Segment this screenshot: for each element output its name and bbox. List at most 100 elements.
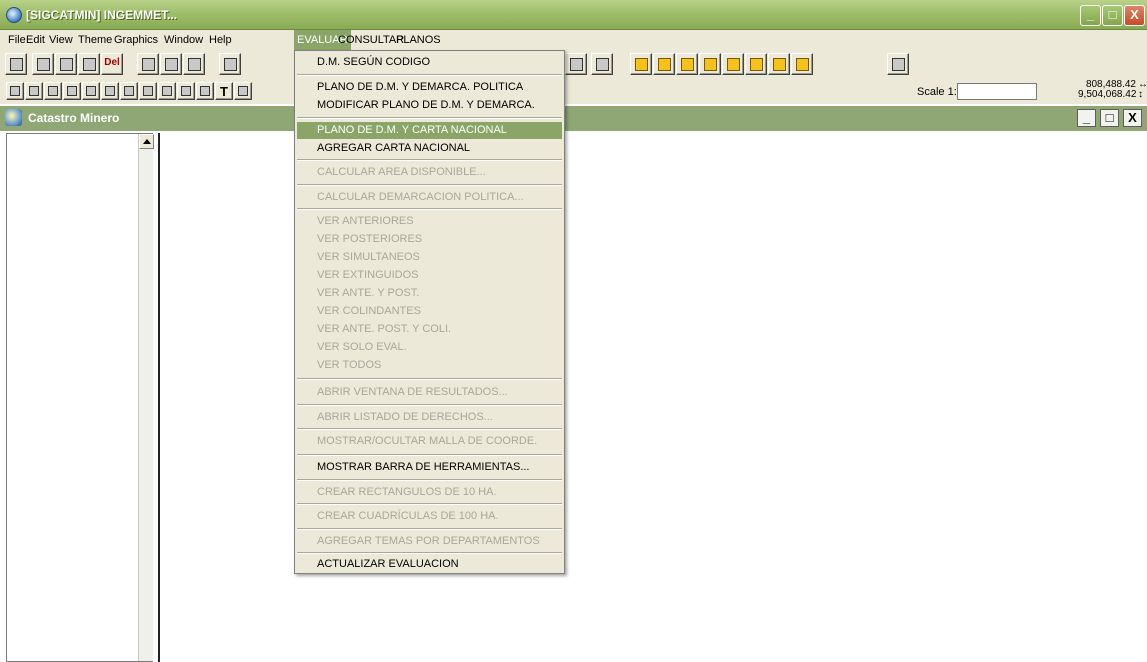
menu-separator bbox=[297, 159, 562, 161]
child-minimize-button[interactable]: _ bbox=[1077, 109, 1096, 127]
menu-theme[interactable]: Theme bbox=[75, 30, 115, 50]
menu-separator bbox=[297, 74, 562, 76]
grid-icon[interactable] bbox=[676, 53, 698, 75]
menu-item-calcular-area[interactable]: CALCULAR AREA DISPONIBLE... bbox=[297, 164, 562, 181]
coordinate-readout: 808,488.42 9,504,068.42 bbox=[1078, 80, 1136, 100]
minimize-button[interactable]: _ bbox=[1080, 5, 1101, 26]
lightning-icon[interactable] bbox=[158, 82, 176, 100]
map-icon[interactable] bbox=[791, 53, 813, 75]
menu-separator bbox=[297, 117, 562, 119]
help-pointer-icon[interactable] bbox=[887, 53, 909, 75]
d-icon[interactable] bbox=[745, 53, 767, 75]
main-toolbar: Del bbox=[0, 50, 1147, 79]
menu-separator bbox=[297, 378, 562, 380]
menu-planos[interactable]: PLANOS bbox=[393, 30, 444, 50]
menu-view[interactable]: View bbox=[46, 30, 76, 50]
child-close-button[interactable]: X bbox=[1123, 109, 1142, 127]
menu-help[interactable]: Help bbox=[206, 30, 235, 50]
find-icon[interactable] bbox=[219, 53, 241, 75]
menu-item-ver-posteriores[interactable]: VER POSTERIORES bbox=[297, 231, 562, 248]
delete-button[interactable]: Del bbox=[101, 53, 123, 75]
zoom-theme-icon[interactable] bbox=[55, 53, 77, 75]
label-icon[interactable] bbox=[196, 82, 214, 100]
menu-item-ver-extinguidos[interactable]: VER EXTINGUIDOS bbox=[297, 267, 562, 284]
menu-item-crear-cuadriculas[interactable]: CREAR CUADRÍCULAS DE 100 HA. bbox=[297, 508, 562, 525]
menu-item-ver-solo-eval[interactable]: VER SOLO EVAL. bbox=[297, 339, 562, 356]
menu-item-ver-anteriores[interactable]: VER ANTERIORES bbox=[297, 213, 562, 230]
menu-bar: File Edit View Theme Graphics Window Hel… bbox=[0, 30, 1147, 50]
menu-item-agregar-temas[interactable]: AGREGAR TEMAS POR DEPARTAMENTOS bbox=[297, 533, 562, 550]
layout-icon[interactable] bbox=[565, 53, 587, 75]
menu-separator bbox=[297, 528, 562, 530]
maximize-button[interactable]: □ bbox=[1102, 5, 1123, 26]
menu-graphics[interactable]: Graphics bbox=[111, 30, 161, 50]
theme-list-panel[interactable] bbox=[6, 133, 154, 662]
app-globe-icon bbox=[6, 7, 22, 23]
menu-item-mostrar-barra[interactable]: MOSTRAR BARRA DE HERRAMIENTAS... bbox=[297, 459, 562, 476]
menu-item-plano-carta-nacional[interactable]: PLANO DE D.M. Y CARTA NACIONAL bbox=[297, 122, 562, 139]
menu-item-ver-ante-post[interactable]: VER ANTE. Y POST. bbox=[297, 285, 562, 302]
menu-separator bbox=[297, 454, 562, 456]
vertical-scrollbar[interactable] bbox=[138, 134, 154, 661]
zoom-out-icon[interactable] bbox=[101, 82, 119, 100]
coordinate-arrows-icon: ↔ ↕ bbox=[1138, 79, 1147, 100]
identify-icon[interactable] bbox=[6, 82, 24, 100]
pan-icon[interactable] bbox=[120, 82, 138, 100]
menu-item-ver-colindantes[interactable]: VER COLINDANTES bbox=[297, 303, 562, 320]
menu-item-agregar-carta-nacional[interactable]: AGREGAR CARTA NACIONAL bbox=[297, 140, 562, 157]
select-graphic-icon[interactable] bbox=[139, 82, 157, 100]
menu-separator bbox=[297, 404, 562, 406]
pointer-icon[interactable] bbox=[25, 82, 43, 100]
save-icon[interactable] bbox=[5, 53, 27, 75]
refresh-icon[interactable] bbox=[78, 53, 100, 75]
menu-separator bbox=[297, 503, 562, 505]
table-icon[interactable] bbox=[183, 53, 205, 75]
delete-label: Del bbox=[104, 57, 120, 68]
menu-item-ver-ante-post-coli[interactable]: VER ANTE. POST. Y COLI. bbox=[297, 321, 562, 338]
point-icon[interactable] bbox=[234, 82, 252, 100]
text-tool-label: T bbox=[220, 84, 228, 99]
child-restore-button[interactable]: □ bbox=[1100, 109, 1119, 127]
menu-window[interactable]: Window bbox=[161, 30, 206, 50]
scale-input[interactable] bbox=[957, 83, 1037, 100]
child-window-title: Catastro Minero bbox=[28, 111, 120, 125]
menu-item-plano-demarca-politica[interactable]: PLANO DE D.M. Y DEMARCA. POLITICA bbox=[297, 79, 562, 96]
open-folder-icon[interactable] bbox=[630, 53, 652, 75]
menu-item-ver-simultaneos[interactable]: VER SIMULTANEOS bbox=[297, 249, 562, 266]
menu-item-dm-segun-codigo[interactable]: D.M. SEGÚN CODIGO bbox=[297, 54, 562, 71]
text-tool-button[interactable]: T bbox=[215, 82, 233, 100]
menu-item-mostrar-malla[interactable]: MOSTRAR/OCULTAR MALLA DE COORDE. bbox=[297, 433, 562, 450]
coordinate-y: 9,504,068.42 bbox=[1078, 89, 1137, 100]
child-window-icon bbox=[5, 109, 22, 126]
frame-icon[interactable] bbox=[653, 53, 675, 75]
pencil-icon[interactable] bbox=[591, 53, 613, 75]
hotlink-icon[interactable] bbox=[63, 82, 81, 100]
menu-separator bbox=[297, 184, 562, 186]
zoom-in-icon[interactable] bbox=[82, 82, 100, 100]
scale-label: Scale 1: bbox=[917, 86, 957, 98]
menu-item-abrir-resultados[interactable]: ABRIR VENTANA DE RESULTADOS... bbox=[297, 384, 562, 401]
add-theme-icon[interactable] bbox=[32, 53, 54, 75]
menu-separator bbox=[297, 479, 562, 481]
menu-separator bbox=[297, 552, 562, 554]
menu-separator bbox=[297, 208, 562, 210]
child-window-title-bar: Catastro Minero _ □ X bbox=[0, 106, 1147, 131]
legend-icon[interactable] bbox=[160, 53, 182, 75]
area-icon[interactable] bbox=[177, 82, 195, 100]
menu-edit[interactable]: Edit bbox=[23, 30, 48, 50]
menu-item-ver-todos[interactable]: VER TODOS bbox=[297, 357, 562, 374]
menu-item-modificar-plano[interactable]: MODIFICAR PLANO DE D.M. Y DEMARCA. bbox=[297, 97, 562, 114]
menu-item-abrir-listado[interactable]: ABRIR LISTADO DE DERECHOS... bbox=[297, 409, 562, 426]
window-title-bar: [SIGCATMIN] INGEMMET... _ □ X bbox=[0, 0, 1147, 30]
close-button[interactable]: X bbox=[1124, 5, 1145, 26]
evaluar-menu: D.M. SEGÚN CODIGO PLANO DE D.M. Y DEMARC… bbox=[294, 50, 565, 574]
menu-item-actualizar-evaluacion[interactable]: ACTUALIZAR EVALUACION bbox=[297, 556, 562, 573]
line-icon[interactable] bbox=[722, 53, 744, 75]
circle-icon[interactable] bbox=[699, 53, 721, 75]
scroll-up-button[interactable] bbox=[139, 134, 154, 149]
menu-item-calcular-demarcacion[interactable]: CALCULAR DEMARCACION POLITICA... bbox=[297, 189, 562, 206]
properties-icon[interactable] bbox=[137, 53, 159, 75]
measure-icon[interactable] bbox=[44, 82, 62, 100]
c-icon[interactable] bbox=[768, 53, 790, 75]
menu-item-crear-rectangulos[interactable]: CREAR RECTANGULOS DE 10 HA. bbox=[297, 484, 562, 501]
